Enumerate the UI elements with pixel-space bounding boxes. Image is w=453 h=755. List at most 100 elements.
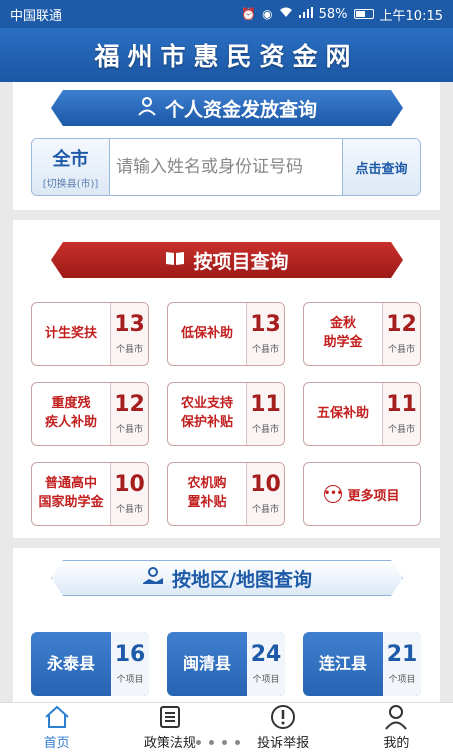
- status-icons: ⏰ ◉ 58% 上午10:15: [241, 5, 443, 24]
- count-number: 16: [114, 641, 146, 667]
- app-header: 福州市惠民资金网: [0, 28, 453, 82]
- project-name: 重度残 疾人补助: [44, 396, 97, 430]
- project-count: 10 个县市: [110, 463, 148, 525]
- project-count: 10 个县市: [246, 463, 284, 525]
- count-unit: 个县市: [387, 424, 415, 435]
- region-query-section: 按地区/地图查询 永泰县 16 个项目 闽清县 24 个项目 连江县 21 个项…: [13, 548, 440, 702]
- book-icon: [165, 250, 185, 271]
- eye-icon: ◉: [262, 7, 273, 21]
- section-divider: [13, 538, 440, 548]
- city-switch-button[interactable]: 全市 [切换县(市)]: [32, 139, 110, 195]
- personal-query-title: 个人资金发放查询: [164, 98, 317, 121]
- wifi-icon: [279, 7, 293, 21]
- count-number: 24: [250, 641, 282, 667]
- count-number: 12: [114, 391, 145, 417]
- project-tile[interactable]: 低保补助 13 个县市: [167, 302, 285, 366]
- project-tile[interactable]: 重度残 疾人补助 12 个县市: [31, 382, 149, 446]
- count-number: 11: [250, 391, 281, 417]
- count-unit: 个县市: [251, 504, 279, 515]
- count-unit: 个县市: [115, 504, 143, 515]
- region-tile[interactable]: 闽清县 24 个项目: [167, 632, 285, 696]
- indicator-dot: [196, 740, 201, 745]
- project-name: 农机购 置补贴: [187, 476, 227, 510]
- home-icon: [44, 703, 70, 730]
- document-icon: [159, 703, 181, 730]
- search-box: 全市 [切换县(市)] 点击查询: [31, 138, 421, 196]
- personal-query-banner: 个人资金发放查询: [51, 90, 403, 126]
- indicator-dot: [235, 740, 240, 745]
- region-tile[interactable]: 永泰县 16 个项目: [31, 632, 149, 696]
- personal-query-section: 个人资金发放查询 全市 [切换县(市)] 点击查询: [13, 82, 440, 210]
- count-unit: 个县市: [251, 424, 279, 435]
- app-title: 福州市惠民资金网: [94, 42, 359, 71]
- nav-label: 我的: [383, 736, 410, 751]
- count-number: 10: [250, 471, 281, 497]
- count-unit: 个项目: [252, 674, 280, 685]
- nav-label: 首页: [43, 736, 70, 751]
- project-name: 农业支持 保护补贴: [180, 396, 233, 430]
- project-count: 12 个县市: [382, 303, 420, 365]
- alarm-icon: ⏰: [241, 7, 257, 21]
- project-name: 计生奖扶: [44, 325, 97, 341]
- project-count: 13 个县市: [110, 303, 148, 365]
- nav-home[interactable]: 首页: [0, 703, 113, 755]
- count-unit: 个县市: [115, 424, 143, 435]
- nav-policy[interactable]: 政策法规: [113, 703, 226, 755]
- project-tile[interactable]: 普通高中 国家助学金 10 个县市: [31, 462, 149, 526]
- project-tile[interactable]: 计生奖扶 13 个县市: [31, 302, 149, 366]
- project-query-title: 按项目查询: [193, 250, 289, 273]
- project-count: 13 个县市: [246, 303, 284, 365]
- count-number: 12: [386, 311, 417, 337]
- more-projects-button[interactable]: ••• 更多项目: [303, 462, 421, 526]
- count-number: 10: [114, 471, 145, 497]
- project-tile[interactable]: 金秋 助学金 12 个县市: [303, 302, 421, 366]
- switch-county-label: [切换县(市)]: [42, 178, 99, 190]
- project-count: 11 个县市: [382, 383, 420, 445]
- count-unit: 个县市: [115, 344, 143, 355]
- project-count: 12 个县市: [110, 383, 148, 445]
- project-tile[interactable]: 五保补助 11 个县市: [303, 382, 421, 446]
- region-name: 永泰县: [46, 654, 95, 674]
- region-count: 24 个项目: [247, 632, 285, 696]
- section-divider: [13, 210, 440, 220]
- ellipsis-circle-icon: •••: [324, 485, 343, 503]
- nav-mine[interactable]: 我的: [340, 703, 453, 755]
- search-input[interactable]: [110, 139, 342, 195]
- main-content: 个人资金发放查询 全市 [切换县(市)] 点击查询 按项目查询: [13, 82, 440, 702]
- map-icon: [142, 567, 164, 590]
- more-projects-content: ••• 更多项目: [324, 485, 400, 504]
- project-query-banner: 按项目查询: [51, 242, 403, 278]
- person-coin-icon: [137, 96, 157, 121]
- count-unit: 个项目: [388, 674, 416, 685]
- region-name: 连江县: [318, 654, 367, 674]
- region-query-title: 按地区/地图查询: [172, 568, 312, 591]
- project-count: 11 个县市: [246, 383, 284, 445]
- battery-percent: 58%: [318, 6, 348, 22]
- bottom-nav: 首页 政策法规 投诉举报 我的: [0, 702, 453, 755]
- nav-label: 投诉举报: [257, 736, 310, 751]
- count-unit: 个项目: [116, 674, 144, 685]
- count-unit: 个县市: [251, 344, 279, 355]
- project-tile[interactable]: 农业支持 保护补贴 11 个县市: [167, 382, 285, 446]
- project-query-section: 按项目查询 计生奖扶 13 个县市 低保补助 13 个县市 金秋 助学金 12 …: [13, 220, 440, 538]
- region-count: 16 个项目: [111, 632, 149, 696]
- project-tile[interactable]: 农机购 置补贴 10 个县市: [167, 462, 285, 526]
- page-indicator: [196, 740, 240, 745]
- city-label: 全市: [52, 148, 89, 170]
- user-icon: [384, 703, 408, 730]
- search-button[interactable]: 点击查询: [342, 139, 420, 195]
- nav-complaint[interactable]: 投诉举报: [227, 703, 340, 755]
- project-name: 普通高中 国家助学金: [38, 476, 104, 510]
- status-bar: 中国联通 ⏰ ◉ 58% 上午10:15: [0, 0, 453, 28]
- region-tile[interactable]: 连江县 21 个项目: [303, 632, 421, 696]
- count-unit: 个县市: [387, 344, 415, 355]
- region-query-banner[interactable]: 按地区/地图查询: [51, 560, 403, 596]
- project-name: 五保补助: [316, 405, 369, 421]
- carrier-label: 中国联通: [10, 8, 63, 24]
- indicator-dot: [222, 740, 227, 745]
- battery-icon: [353, 9, 374, 19]
- clock: 上午10:15: [379, 8, 443, 24]
- app-screen: 中国联通 ⏰ ◉ 58% 上午10:15 福州市惠民资金网 个人资金发放查询 全…: [0, 0, 453, 755]
- more-projects-label: 更多项目: [347, 488, 400, 504]
- count-number: 11: [386, 391, 417, 417]
